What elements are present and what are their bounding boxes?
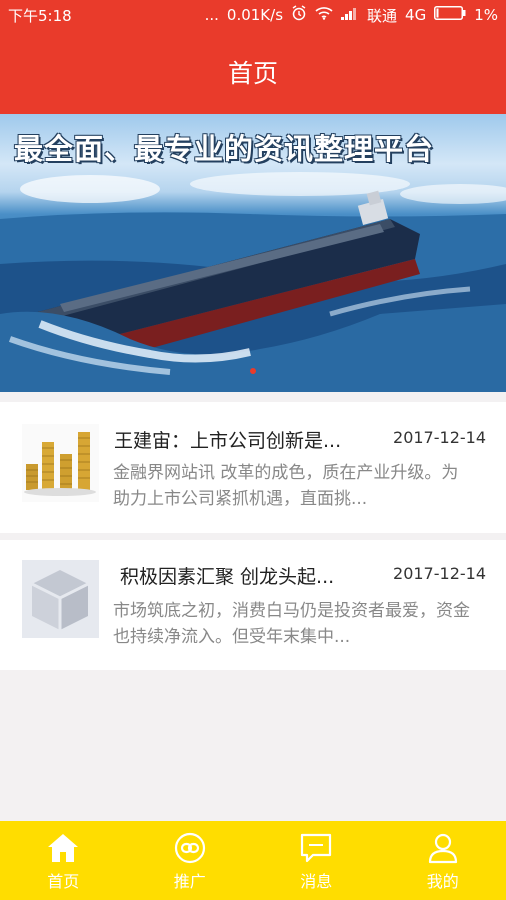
news-item[interactable]: 积极因素汇聚 创龙头起... 2017-12-14 市场筑底之初，消费白马仍是投… [0,540,506,670]
bottom-tab-bar: 首页 推广 消息 我的 [0,821,506,900]
tab-label: 推广 [173,872,206,891]
tab-label: 消息 [300,872,333,891]
news-title: 积极因素汇聚 创龙头起... [120,566,335,588]
home-icon [48,834,79,862]
tab-label: 我的 [426,872,459,891]
tab-messages[interactable]: 消息 [253,821,380,900]
news-summary: 金融界网站讯 改革的成色，质在产业升级。为助力上市公司紧抓机遇，直面挑... [113,463,459,509]
app-header: 首页 [0,30,506,114]
banner-headline: 最全面、最专业的资讯整理平台 [14,132,435,166]
alarm-icon [291,5,307,25]
status-bar: 下午5:18 ... 0.01K/s 联通 4G 1% [0,0,506,30]
news-summary: 市场筑底之初，消费白马仍是投资者最爱，资金也持续净流入。但受年末集中... [113,601,470,647]
news-title: 王建宙：上市公司创新是... [114,430,342,452]
tab-label: 首页 [47,872,80,891]
battery-icon [434,6,466,24]
tab-promote[interactable]: 推广 [127,821,254,900]
battery-percent: 1% [474,6,498,24]
status-time: 下午5:18 [8,6,72,25]
banner-carousel[interactable]: 最全面、最专业的资讯整理平台 [0,114,506,392]
news-date: 2017-12-14 [393,564,486,583]
link-icon [174,832,205,864]
page-title: 首页 [227,59,278,88]
network-type: 4G [405,6,427,24]
gold-coins-icon [22,424,99,502]
signal-icon [341,6,359,24]
tab-home[interactable]: 首页 [0,821,127,900]
wifi-icon [315,6,333,24]
user-icon [428,833,457,864]
network-speed: 0.01K/s [226,6,284,24]
tab-profile[interactable]: 我的 [380,821,506,900]
status-dots: ... [204,6,219,24]
carousel-indicator [250,368,256,374]
placeholder-box-icon [22,560,99,638]
news-date: 2017-12-14 [393,428,486,447]
message-icon [301,833,332,863]
carrier-label: 联通 [367,6,398,25]
news-item[interactable]: 王建宙：上市公司创新是... 2017-12-14 金融界网站讯 改革的成色，质… [0,402,506,533]
